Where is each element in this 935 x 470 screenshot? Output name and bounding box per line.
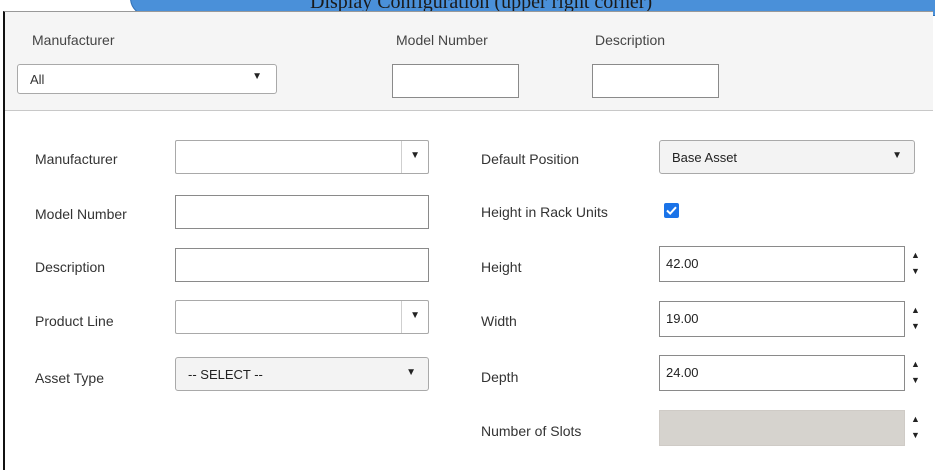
filter-model-number-input[interactable] bbox=[392, 64, 519, 98]
height-label: Height bbox=[481, 259, 522, 275]
model-number-label: Model Number bbox=[35, 206, 127, 222]
filter-description-label: Description bbox=[595, 32, 666, 48]
default-position-select[interactable]: Base Asset ▼ bbox=[659, 140, 915, 174]
width-input[interactable]: 19.00 bbox=[659, 301, 905, 337]
model-number-input[interactable] bbox=[175, 195, 429, 229]
height-in-rack-units-label: Height in Rack Units bbox=[481, 204, 608, 220]
product-line-combobox[interactable]: ▼ bbox=[175, 300, 429, 334]
arrow-down-icon[interactable]: ▼ bbox=[911, 376, 920, 385]
checkmark-icon bbox=[666, 206, 677, 216]
asset-type-select[interactable]: -- SELECT -- ▼ bbox=[175, 357, 429, 391]
default-position-value: Base Asset bbox=[672, 150, 738, 165]
default-position-label: Default Position bbox=[481, 151, 580, 167]
chevron-down-icon: ▼ bbox=[892, 150, 902, 161]
depth-value: 24.00 bbox=[666, 365, 699, 380]
depth-input[interactable]: 24.00 bbox=[659, 355, 905, 391]
height-in-rack-units-checkbox[interactable] bbox=[664, 203, 679, 218]
combo-divider bbox=[401, 141, 402, 173]
asset-type-value: -- SELECT -- bbox=[188, 367, 263, 382]
filter-manufacturer-select[interactable]: All ▼ bbox=[17, 64, 277, 94]
number-of-slots-label: Number of Slots bbox=[481, 423, 582, 439]
number-of-slots-input bbox=[659, 410, 905, 446]
combo-divider bbox=[401, 301, 402, 333]
manufacturer-label: Manufacturer bbox=[35, 151, 118, 167]
manufacturer-combobox[interactable]: ▼ bbox=[175, 140, 429, 174]
width-spinner[interactable]: ▲ ▼ bbox=[909, 301, 923, 337]
product-line-label: Product Line bbox=[35, 313, 114, 329]
height-input[interactable]: 42.00 bbox=[659, 246, 905, 282]
filter-description-input[interactable] bbox=[592, 64, 719, 98]
width-label: Width bbox=[481, 313, 517, 329]
number-of-slots-spinner: ▲ ▼ bbox=[909, 410, 923, 446]
height-spinner[interactable]: ▲ ▼ bbox=[909, 246, 923, 282]
arrow-up-icon[interactable]: ▲ bbox=[911, 360, 920, 369]
height-value: 42.00 bbox=[666, 256, 699, 271]
description-input[interactable] bbox=[175, 248, 429, 282]
description-label: Description bbox=[35, 259, 106, 275]
filter-manufacturer-label: Manufacturer bbox=[32, 32, 115, 48]
filter-manufacturer-value: All bbox=[30, 72, 45, 87]
width-value: 19.00 bbox=[666, 311, 699, 326]
depth-spinner[interactable]: ▲ ▼ bbox=[909, 355, 923, 391]
arrow-up-icon[interactable]: ▲ bbox=[911, 251, 920, 260]
filter-model-number-label: Model Number bbox=[396, 32, 488, 48]
asset-type-label: Asset Type bbox=[35, 370, 105, 386]
arrow-down-icon[interactable]: ▼ bbox=[911, 322, 920, 331]
chevron-down-icon: ▼ bbox=[406, 367, 416, 378]
chevron-down-icon: ▼ bbox=[410, 150, 420, 161]
arrow-up-icon: ▲ bbox=[911, 414, 920, 424]
chevron-down-icon: ▼ bbox=[252, 71, 262, 82]
arrow-up-icon[interactable]: ▲ bbox=[911, 306, 920, 315]
arrow-down-icon[interactable]: ▼ bbox=[911, 267, 920, 276]
depth-label: Depth bbox=[481, 369, 519, 385]
chevron-down-icon: ▼ bbox=[410, 310, 420, 321]
arrow-down-icon: ▼ bbox=[911, 430, 920, 440]
